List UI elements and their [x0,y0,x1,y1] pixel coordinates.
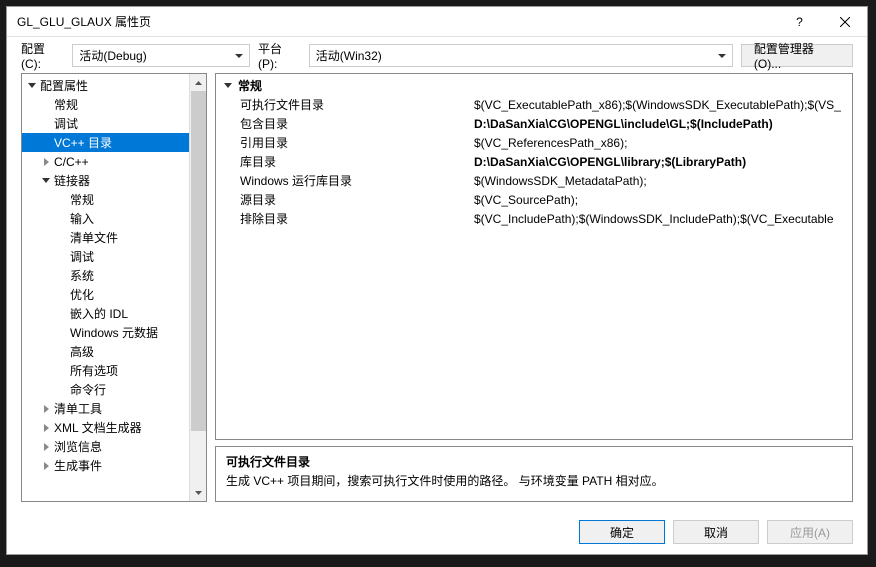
config-label: 配置(C): [21,40,64,71]
close-icon [840,17,850,27]
chevron-down-icon [40,175,52,187]
props-value[interactable]: D:\DaSanXia\CG\OPENGL\library;$(LibraryP… [474,155,852,169]
tree-panel: 配置属性 常规 调试 VC++ 目录 C/C++ 链接器 常规 输入 清单文件 … [21,73,207,502]
props-label: 可执行文件目录 [216,96,474,113]
props-value[interactable]: $(VC_IncludePath);$(WindowsSDK_IncludePa… [474,212,852,226]
config-combo-value: 活动(Debug) [79,47,146,64]
toolbar: 配置(C): 活动(Debug) 平台(P): 活动(Win32) 配置管理器(… [7,37,867,73]
property-page-dialog: GL_GLU_GLAUX 属性页 ? 配置(C): 活动(Debug) 平台(P… [6,6,868,555]
props-row[interactable]: 源目录$(VC_SourcePath); [216,190,852,209]
footer: 确定 取消 应用(A) [7,510,867,554]
tree-item-linker-alloptions[interactable]: 所有选项 [22,361,189,380]
props-row[interactable]: 可执行文件目录$(VC_ExecutablePath_x86);$(Window… [216,95,852,114]
props-label: 引用目录 [216,134,474,151]
right-panel: 常规 可执行文件目录$(VC_ExecutablePath_x86);$(Win… [215,73,853,502]
tree-item-linker[interactable]: 链接器 [22,171,189,190]
tree-item-linker-input[interactable]: 输入 [22,209,189,228]
chevron-right-icon [40,460,52,472]
tree-item-linker-cmdline[interactable]: 命令行 [22,380,189,399]
titlebar: GL_GLU_GLAUX 属性页 ? [7,7,867,37]
props-row[interactable]: 引用目录$(VC_ReferencesPath_x86); [216,133,852,152]
tree-item-linker-system[interactable]: 系统 [22,266,189,285]
chevron-right-icon [40,422,52,434]
props-label: 排除目录 [216,210,474,227]
properties-grid: 常规 可执行文件目录$(VC_ExecutablePath_x86);$(Win… [215,73,853,440]
tree-item-linker-winmd[interactable]: Windows 元数据 [22,323,189,342]
tree-item-manifest-tool[interactable]: 清单工具 [22,399,189,418]
tree-item-linker-debug[interactable]: 调试 [22,247,189,266]
scrollbar-thumb[interactable] [191,91,206,431]
chevron-down-icon [222,80,234,92]
scroll-up-icon[interactable] [190,74,206,91]
chevron-down-icon [26,80,38,92]
close-button[interactable] [822,7,867,37]
tree-scrollbar[interactable] [189,74,206,501]
props-value[interactable]: $(WindowsSDK_MetadataPath); [474,174,852,188]
tree-root-config[interactable]: 配置属性 [22,76,189,95]
props-value[interactable]: $(VC_ReferencesPath_x86); [474,136,852,150]
tree-item-cpp[interactable]: C/C++ [22,152,189,171]
apply-button[interactable]: 应用(A) [767,520,853,544]
scroll-down-icon[interactable] [190,484,206,501]
props-row[interactable]: 包含目录D:\DaSanXia\CG\OPENGL\include\GL;$(I… [216,114,852,133]
chevron-right-icon [40,156,52,168]
content-area: 配置属性 常规 调试 VC++ 目录 C/C++ 链接器 常规 输入 清单文件 … [7,73,867,510]
tree-item-linker-idl[interactable]: 嵌入的 IDL [22,304,189,323]
props-value[interactable]: $(VC_ExecutablePath_x86);$(WindowsSDK_Ex… [474,98,852,112]
props-label: Windows 运行库目录 [216,172,474,189]
chevron-right-icon [40,441,52,453]
description-title: 可执行文件目录 [226,453,842,470]
description-body: 生成 VC++ 项目期间，搜索可执行文件时使用的路径。 与环境变量 PATH 相… [226,472,842,489]
tree-item-linker-advanced[interactable]: 高级 [22,342,189,361]
tree-item-linker-general[interactable]: 常规 [22,190,189,209]
props-group-general[interactable]: 常规 [216,76,852,95]
props-label: 源目录 [216,191,474,208]
ok-button[interactable]: 确定 [579,520,665,544]
window-title: GL_GLU_GLAUX 属性页 [17,13,777,30]
tree-item-linker-optimize[interactable]: 优化 [22,285,189,304]
platform-combo-value: 活动(Win32) [316,47,382,64]
props-label: 包含目录 [216,115,474,132]
platform-combo[interactable]: 活动(Win32) [309,44,733,67]
help-button[interactable]: ? [777,7,822,37]
tree-item-build-events[interactable]: 生成事件 [22,456,189,475]
tree-item-browse-info[interactable]: 浏览信息 [22,437,189,456]
tree-item-xml-gen[interactable]: XML 文档生成器 [22,418,189,437]
tree-item-linker-manifest[interactable]: 清单文件 [22,228,189,247]
tree-item-vcpp-dirs[interactable]: VC++ 目录 [22,133,189,152]
tree-item-debug[interactable]: 调试 [22,114,189,133]
cancel-button[interactable]: 取消 [673,520,759,544]
chevron-right-icon [40,403,52,415]
tree-item-general[interactable]: 常规 [22,95,189,114]
props-value[interactable]: D:\DaSanXia\CG\OPENGL\include\GL;$(Inclu… [474,117,852,131]
props-value[interactable]: $(VC_SourcePath); [474,193,852,207]
props-row[interactable]: 排除目录$(VC_IncludePath);$(WindowsSDK_Inclu… [216,209,852,228]
platform-label: 平台(P): [258,40,301,71]
props-row[interactable]: 库目录D:\DaSanXia\CG\OPENGL\library;$(Libra… [216,152,852,171]
description-panel: 可执行文件目录 生成 VC++ 项目期间，搜索可执行文件时使用的路径。 与环境变… [215,446,853,502]
tree-view[interactable]: 配置属性 常规 调试 VC++ 目录 C/C++ 链接器 常规 输入 清单文件 … [22,74,189,501]
props-label: 库目录 [216,153,474,170]
config-manager-button[interactable]: 配置管理器(O)... [741,44,853,67]
config-combo[interactable]: 活动(Debug) [72,44,250,67]
props-row[interactable]: Windows 运行库目录$(WindowsSDK_MetadataPath); [216,171,852,190]
